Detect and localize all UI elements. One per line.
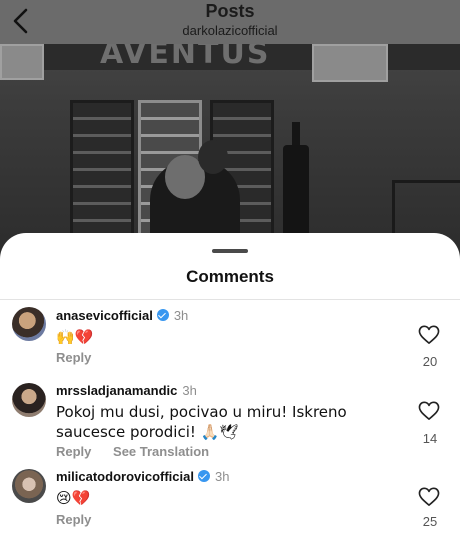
comment-actions: Reply See Translation: [56, 444, 227, 459]
like-count: 14: [422, 431, 438, 446]
like-button[interactable]: [418, 325, 442, 347]
page-title: Posts: [205, 1, 255, 21]
avatar[interactable]: [12, 383, 46, 417]
divider: [0, 299, 460, 300]
like-button[interactable]: [418, 401, 442, 423]
comment-username[interactable]: anasevicofficial 3h: [56, 308, 188, 323]
comment-time: 3h: [214, 469, 230, 484]
page-subtitle-username[interactable]: darkolazicofficial: [0, 23, 460, 38]
comment-time: 3h: [182, 383, 197, 398]
comment-time: 3h: [173, 308, 189, 323]
like-button[interactable]: [418, 487, 442, 509]
avatar[interactable]: [12, 469, 46, 503]
comment-text: 😢💔: [56, 489, 91, 507]
comment-actions: Reply: [56, 512, 109, 527]
heart-icon: [418, 401, 440, 420]
sheet-drag-handle[interactable]: [212, 249, 248, 253]
comment-text: 🙌💔: [56, 328, 94, 346]
heart-icon: [418, 487, 440, 506]
see-translation-button[interactable]: See Translation: [113, 444, 209, 459]
post-background: AVENTUS Posts darkolazicofficial: [0, 0, 460, 260]
heart-icon: [418, 325, 440, 344]
comments-sheet: Comments anasevicofficial 3h 🙌💔 Reply 20 …: [0, 233, 460, 537]
reply-button[interactable]: Reply: [56, 444, 91, 459]
reply-button[interactable]: Reply: [56, 350, 91, 365]
comment-actions: Reply: [56, 350, 109, 365]
reply-button[interactable]: Reply: [56, 512, 91, 527]
verified-badge-icon: [156, 309, 169, 321]
like-count: 25: [422, 514, 438, 529]
gym-window: [0, 44, 44, 80]
header-bar: Posts darkolazicofficial: [0, 0, 460, 44]
comment-username[interactable]: mrssladjanamandic 3h: [56, 383, 197, 398]
comment-text: Pokoj mu dusi, pocivao u miru! Iskreno s…: [56, 403, 347, 441]
trainer-head: [198, 140, 228, 174]
comment-username[interactable]: milicatodorovicofficial 3h: [56, 469, 229, 484]
comments-title: Comments: [186, 267, 274, 286]
gym-window: [312, 44, 388, 82]
avatar[interactable]: [12, 307, 46, 341]
verified-badge-icon: [197, 470, 210, 482]
like-count: 20: [422, 354, 438, 369]
